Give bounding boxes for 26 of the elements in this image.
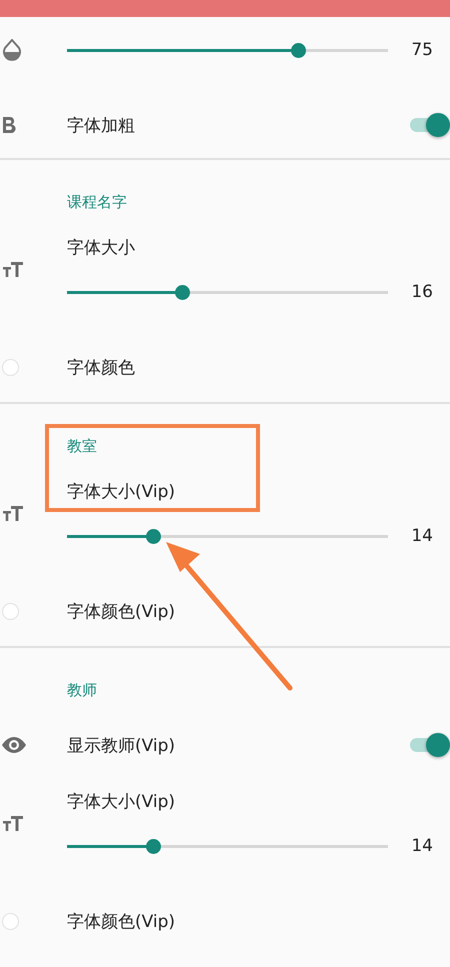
setting-label: 字体大小(Vip) [67, 790, 176, 812]
color-swatch[interactable] [2, 912, 19, 930]
section-header: 课程名字 [67, 192, 127, 212]
color-swatch[interactable] [2, 602, 19, 620]
toggle-switch[interactable] [410, 113, 450, 137]
setting-label: 字体大小 [67, 236, 135, 258]
slider-value: 16 [410, 282, 433, 302]
setting-label: 字体颜色(Vip) [67, 600, 176, 622]
text-size-icon [2, 815, 24, 831]
section-header: 教师 [67, 680, 97, 700]
setting-label: 显示教师(Vip) [67, 734, 176, 756]
bold-icon [2, 117, 16, 133]
eye-icon [2, 737, 26, 753]
setting-label: 字体颜色(Vip) [67, 910, 176, 932]
setting-label: 字体大小(Vip) [67, 480, 176, 502]
setting-label: 字体颜色 [67, 356, 135, 378]
drop-icon [2, 39, 22, 61]
toggle-switch[interactable] [410, 733, 450, 757]
slider-value: 75 [410, 40, 433, 60]
color-swatch[interactable] [2, 358, 19, 376]
setting-label: 字体加粗 [67, 114, 136, 136]
text-size-icon [2, 261, 24, 277]
text-size-icon [2, 505, 24, 521]
section-header: 教室 [67, 436, 97, 456]
slider-value: 14 [410, 836, 433, 856]
slider-value: 14 [410, 526, 433, 546]
